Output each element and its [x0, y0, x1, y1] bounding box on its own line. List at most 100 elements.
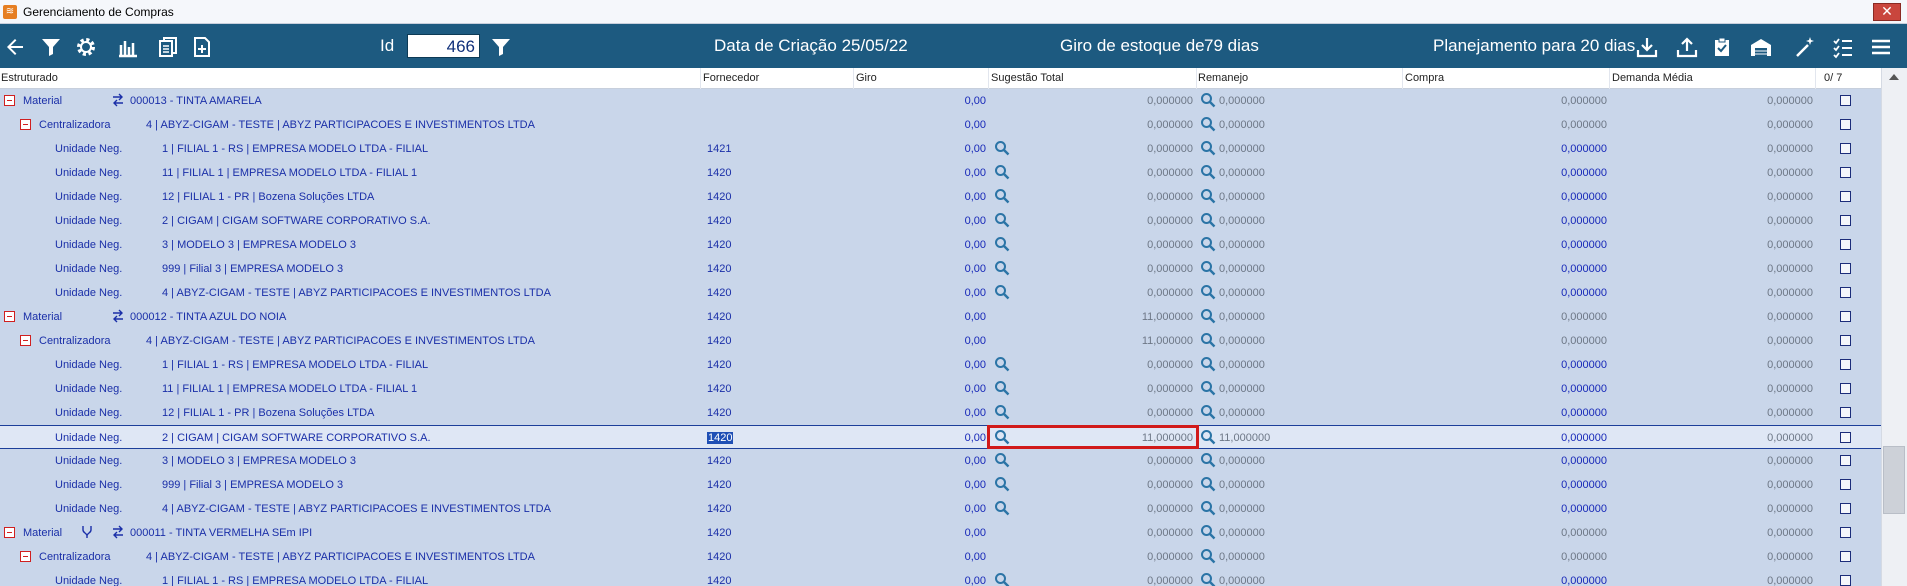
- search-icon[interactable]: [994, 284, 1010, 300]
- col-fornecedor[interactable]: Fornecedor: [703, 72, 759, 84]
- download-icon[interactable]: [1634, 34, 1660, 60]
- col-giro[interactable]: Giro: [856, 72, 877, 84]
- search-icon[interactable]: [1200, 140, 1216, 156]
- sugestao-total-cell[interactable]: 0,000000: [1147, 359, 1193, 371]
- search-icon[interactable]: [994, 452, 1010, 468]
- remanejo-cell[interactable]: 11,000000: [1219, 432, 1270, 444]
- search-icon[interactable]: [994, 140, 1010, 156]
- fornecedor-cell[interactable]: 1420: [707, 215, 731, 227]
- compra-cell[interactable]: 0,000000: [1561, 311, 1607, 323]
- row-checkbox[interactable]: [1840, 287, 1851, 298]
- table-row[interactable]: Unidade Neg. 1 | FILIAL 1 - RS | EMPRESA …: [0, 353, 1881, 377]
- remanejo-cell[interactable]: 0,000000: [1219, 383, 1265, 395]
- row-checkbox[interactable]: [1840, 455, 1851, 466]
- row-checkbox[interactable]: [1840, 479, 1851, 490]
- table-row[interactable]: Unidade Neg. 3 | MODELO 3 | EMPRESA MODEL…: [0, 233, 1881, 257]
- sugestao-total-cell[interactable]: 0,000000: [1147, 503, 1193, 515]
- compra-cell[interactable]: 0,000000: [1561, 359, 1607, 371]
- search-icon[interactable]: [1200, 404, 1216, 420]
- collapse-toggle-icon[interactable]: [20, 119, 31, 130]
- search-icon[interactable]: [994, 572, 1010, 586]
- search-icon[interactable]: [1200, 236, 1216, 252]
- fornecedor-cell[interactable]: 1420: [707, 335, 731, 347]
- search-icon[interactable]: [994, 212, 1010, 228]
- checklist-icon[interactable]: [1830, 34, 1856, 60]
- fornecedor-cell[interactable]: 1420: [707, 407, 731, 419]
- sugestao-total-cell[interactable]: 0,000000: [1147, 455, 1193, 467]
- fornecedor-cell[interactable]: 1420: [707, 191, 731, 203]
- search-icon[interactable]: [1200, 452, 1216, 468]
- row-checkbox[interactable]: [1840, 432, 1851, 443]
- id-filter-icon[interactable]: [488, 34, 514, 60]
- fornecedor-cell[interactable]: 1420: [707, 383, 731, 395]
- sugestao-total-cell[interactable]: 0,000000: [1147, 383, 1193, 395]
- table-row[interactable]: Unidade Neg. 2 | CIGAM | CIGAM SOFTWARE C…: [0, 209, 1881, 233]
- remanejo-cell[interactable]: 0,000000: [1219, 119, 1265, 131]
- sugestao-total-cell[interactable]: 0,000000: [1147, 119, 1193, 131]
- search-icon[interactable]: [1200, 332, 1216, 348]
- row-checkbox[interactable]: [1840, 551, 1851, 562]
- row-checkbox[interactable]: [1840, 311, 1851, 322]
- upload-icon[interactable]: [1674, 34, 1700, 60]
- clipboard-check-icon[interactable]: [1709, 34, 1735, 60]
- documents-icon[interactable]: [155, 34, 181, 60]
- search-icon[interactable]: [994, 356, 1010, 372]
- search-icon[interactable]: [1200, 116, 1216, 132]
- row-checkbox[interactable]: [1840, 95, 1851, 106]
- sugestao-total-cell[interactable]: 0,000000: [1147, 143, 1193, 155]
- fornecedor-cell[interactable]: 1420: [707, 167, 731, 179]
- sugestao-total-cell[interactable]: 0,000000: [1147, 479, 1193, 491]
- search-icon[interactable]: [1200, 572, 1216, 586]
- compra-cell[interactable]: 0,000000: [1561, 263, 1607, 275]
- fornecedor-cell[interactable]: 1420: [707, 239, 731, 251]
- remanejo-cell[interactable]: 0,000000: [1219, 551, 1265, 563]
- fornecedor-cell[interactable]: 1420: [707, 455, 731, 467]
- search-icon[interactable]: [1200, 500, 1216, 516]
- table-row[interactable]: Centralizadora 4 | ABYZ-CIGAM - TESTE | A…: [0, 545, 1881, 569]
- remanejo-cell[interactable]: 0,000000: [1219, 263, 1265, 275]
- scroll-up-icon[interactable]: [1889, 74, 1899, 80]
- search-icon[interactable]: [1200, 260, 1216, 276]
- table-row[interactable]: Unidade Neg. 1 | FILIAL 1 - RS | EMPRESA …: [0, 569, 1881, 586]
- search-icon[interactable]: [1200, 92, 1216, 108]
- menu-icon[interactable]: [1868, 34, 1894, 60]
- warehouse-icon[interactable]: [1748, 34, 1774, 60]
- sugestao-total-cell[interactable]: 0,000000: [1147, 167, 1193, 179]
- remanejo-cell[interactable]: 0,000000: [1219, 287, 1265, 299]
- vertical-scrollbar[interactable]: [1881, 68, 1907, 586]
- sugestao-total-cell[interactable]: 0,000000: [1147, 551, 1193, 563]
- sugestao-total-cell[interactable]: 0,000000: [1147, 527, 1193, 539]
- sugestao-total-cell[interactable]: 0,000000: [1147, 407, 1193, 419]
- row-checkbox[interactable]: [1840, 143, 1851, 154]
- search-icon[interactable]: [994, 380, 1010, 396]
- search-icon[interactable]: [994, 236, 1010, 252]
- back-arrow-icon[interactable]: [2, 34, 28, 60]
- compra-cell[interactable]: 0,000000: [1561, 119, 1607, 131]
- collapse-toggle-icon[interactable]: [4, 527, 15, 538]
- fornecedor-cell[interactable]: 1420: [707, 311, 731, 323]
- remanejo-cell[interactable]: 0,000000: [1219, 191, 1265, 203]
- search-icon[interactable]: [1200, 524, 1216, 540]
- table-row[interactable]: Material 000011 - TINTA VERMELHA SEm IPI 1…: [0, 521, 1881, 545]
- table-row[interactable]: Unidade Neg. 12 | FILIAL 1 - PR | Bozena …: [0, 401, 1881, 425]
- col-estruturado[interactable]: Estruturado: [1, 72, 58, 84]
- remanejo-cell[interactable]: 0,000000: [1219, 311, 1265, 323]
- compra-cell[interactable]: 0,000000: [1561, 551, 1607, 563]
- table-row[interactable]: Unidade Neg. 11 | FILIAL 1 | EMPRESA MODE…: [0, 161, 1881, 185]
- row-checkbox[interactable]: [1840, 167, 1851, 178]
- row-checkbox[interactable]: [1840, 239, 1851, 250]
- close-button[interactable]: ✕: [1873, 3, 1901, 21]
- sugestao-total-cell[interactable]: 0,000000: [1147, 95, 1193, 107]
- search-icon[interactable]: [1200, 356, 1216, 372]
- search-icon[interactable]: [1200, 308, 1216, 324]
- sugestao-total-cell[interactable]: 11,000000: [1142, 335, 1193, 347]
- search-icon[interactable]: [1200, 164, 1216, 180]
- table-row[interactable]: Unidade Neg. 2 | CIGAM | CIGAM SOFTWARE C…: [0, 425, 1881, 449]
- search-icon[interactable]: [1200, 188, 1216, 204]
- sugestao-total-cell[interactable]: 0,000000: [1147, 191, 1193, 203]
- search-icon[interactable]: [994, 164, 1010, 180]
- row-checkbox[interactable]: [1840, 407, 1851, 418]
- search-icon[interactable]: [1200, 476, 1216, 492]
- sugestao-total-cell[interactable]: 0,000000: [1147, 287, 1193, 299]
- collapse-toggle-icon[interactable]: [20, 335, 31, 346]
